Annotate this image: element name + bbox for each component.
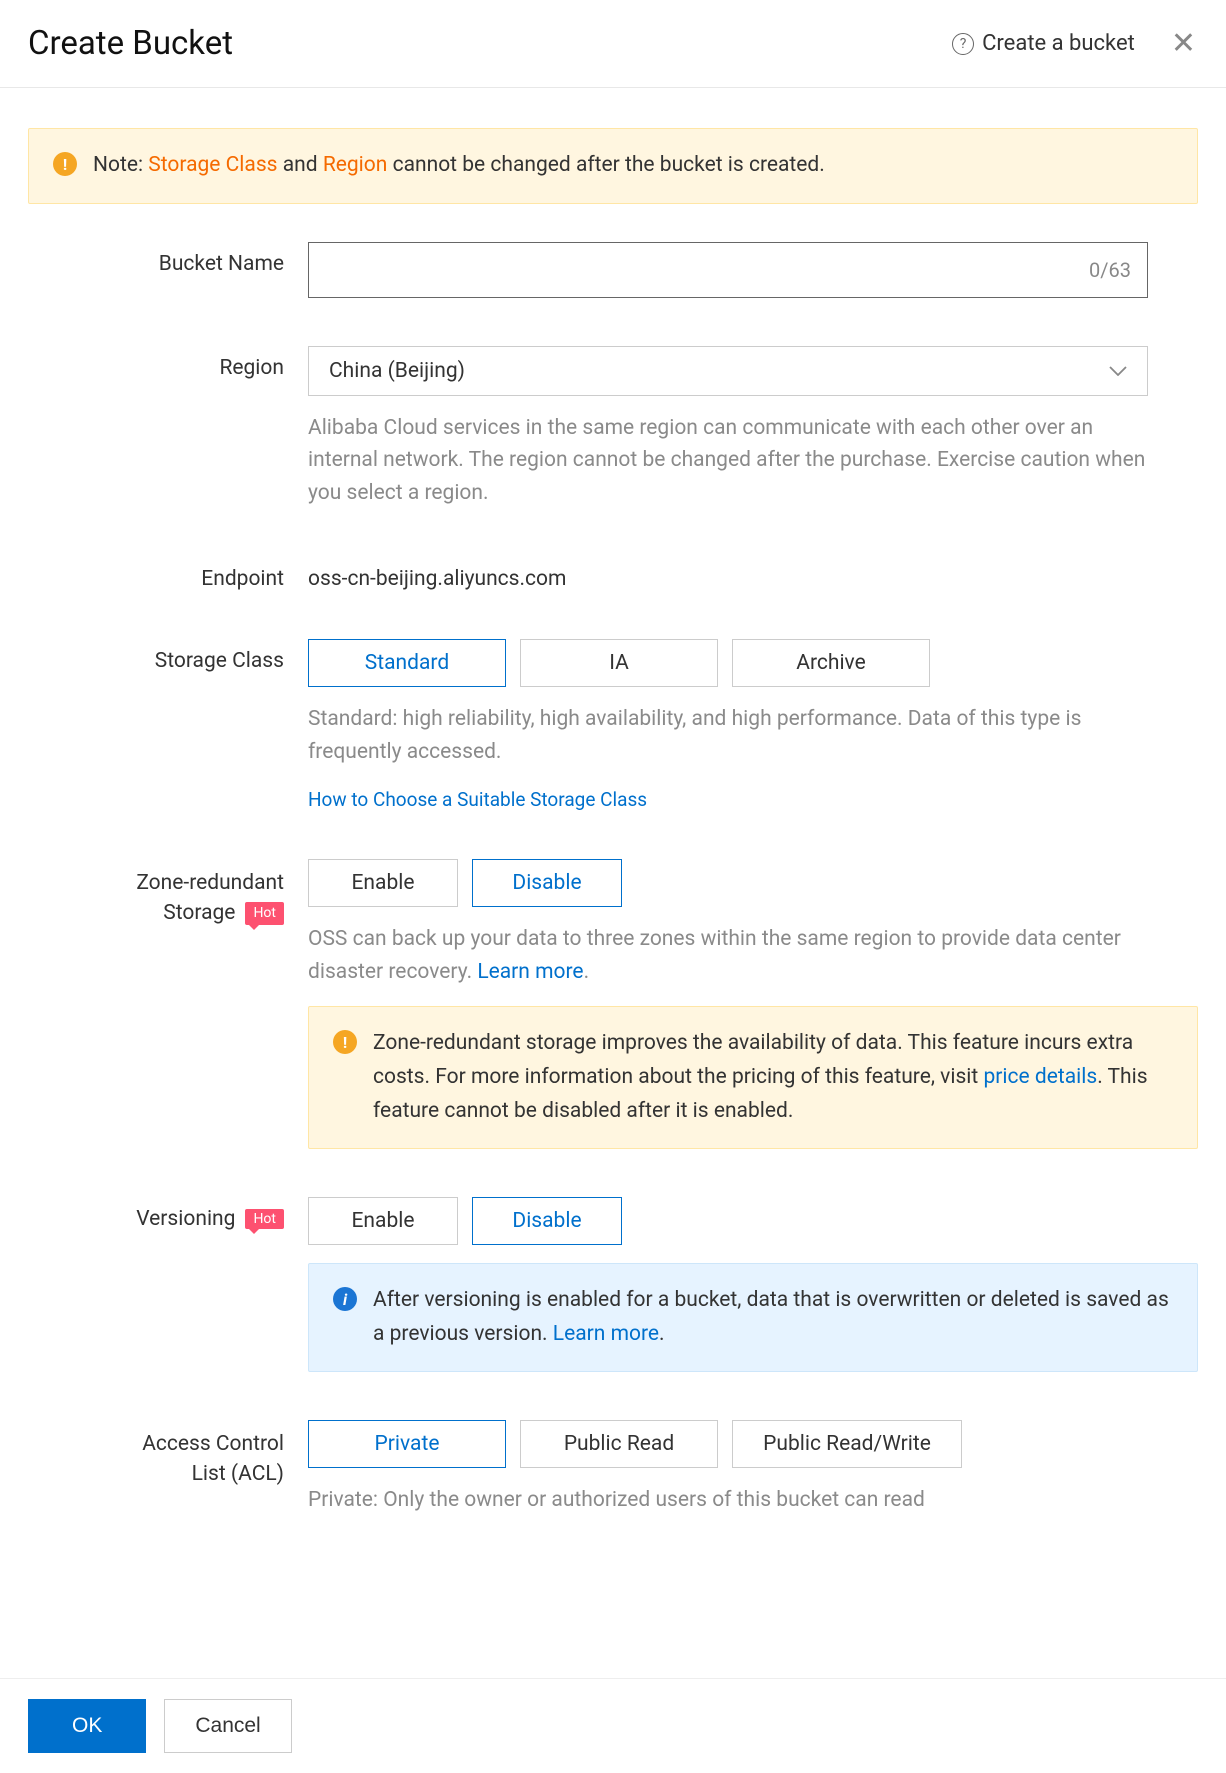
zrs-options: Enable Disable [308,859,1198,907]
help-icon: ? [952,33,974,55]
storage-class-label: Storage Class [28,639,308,673]
chevron-down-icon [1109,361,1127,380]
dialog-header: Create Bucket ? Create a bucket ✕ [0,0,1226,88]
region-help: Alibaba Cloud services in the same regio… [308,412,1148,510]
zrs-warning-box: ! Zone-redundant storage improves the av… [308,1006,1198,1149]
top-warning-alert: ! Note: Storage Class and Region cannot … [28,128,1198,204]
storage-class-archive[interactable]: Archive [732,639,930,687]
endpoint-value: oss-cn-beijing.aliyuncs.com [308,557,1198,591]
acl-private[interactable]: Private [308,1420,506,1468]
acl-public-read[interactable]: Public Read [520,1420,718,1468]
zrs-help-text: OSS can back up your data to three zones… [308,927,1121,984]
ok-button[interactable]: OK [28,1699,146,1753]
acl-options: Private Public Read Public Read/Write [308,1420,1198,1468]
acl-help: Private: Only the owner or authorized us… [308,1484,1148,1517]
versioning-info-box: i After versioning is enabled for a buck… [308,1263,1198,1372]
zrs-disable[interactable]: Disable [472,859,622,907]
close-icon[interactable]: ✕ [1171,29,1196,59]
zrs-enable[interactable]: Enable [308,859,458,907]
acl-label-line2: List (ACL) [192,1460,284,1489]
region-select[interactable]: China (Beijing) [308,346,1148,396]
bucket-name-label: Bucket Name [28,242,308,276]
warning-icon: ! [53,152,77,176]
alert-text-mid: and [278,153,323,177]
cancel-button[interactable]: Cancel [164,1699,291,1753]
info-icon: i [333,1287,357,1311]
hot-badge: Hot [245,1209,284,1229]
versioning-disable[interactable]: Disable [472,1197,622,1245]
alert-highlight-storage-class: Storage Class [148,153,277,177]
alert-text-suffix: cannot be changed after the bucket is cr… [387,153,824,177]
region-label: Region [28,346,308,380]
storage-class-standard[interactable]: Standard [308,639,506,687]
storage-class-help: Standard: high reliability, high availab… [308,703,1148,768]
hot-badge: Hot [245,902,284,926]
acl-label-line1: Access Control [142,1430,284,1459]
bucket-name-input[interactable]: 0/63 [308,242,1148,298]
dialog-title: Create Bucket [28,24,233,63]
versioning-enable[interactable]: Enable [308,1197,458,1245]
help-link-label: Create a bucket [982,31,1135,56]
region-value: China (Beijing) [329,359,465,383]
dialog-footer: OK Cancel [0,1678,1226,1773]
zrs-label-line2: Storage [163,899,235,928]
storage-class-ia[interactable]: IA [520,639,718,687]
zrs-price-details-link[interactable]: price details [984,1065,1098,1089]
alert-text-prefix: Note: [93,153,148,177]
warning-icon: ! [333,1030,357,1054]
storage-class-link[interactable]: How to Choose a Suitable Storage Class [308,788,1198,811]
help-link[interactable]: ? Create a bucket [952,31,1135,56]
versioning-options: Enable Disable [308,1197,1198,1245]
bucket-name-counter: 0/63 [1089,258,1131,282]
zrs-learn-more-link[interactable]: Learn more [477,960,583,984]
versioning-learn-more-link[interactable]: Learn more [553,1322,659,1346]
alert-highlight-region: Region [323,153,388,177]
endpoint-label: Endpoint [28,557,308,591]
versioning-alert-text: After versioning is enabled for a bucket… [373,1288,1169,1346]
acl-public-read-write[interactable]: Public Read/Write [732,1420,962,1468]
versioning-label: Versioning [136,1207,235,1231]
storage-class-options: Standard IA Archive [308,639,1198,687]
zrs-label-line1: Zone-redundant [136,869,284,898]
